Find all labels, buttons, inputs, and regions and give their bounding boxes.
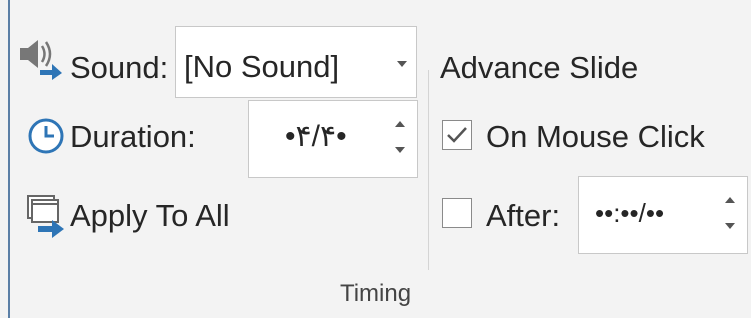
chevron-down-icon [397, 61, 407, 67]
spinner-down-icon[interactable] [725, 223, 735, 229]
apply-all-label[interactable]: Apply To All [70, 198, 230, 234]
advance-slide-title: Advance Slide [440, 50, 639, 85]
on-mouse-click-checkbox[interactable] [442, 120, 472, 150]
spinner-up-icon[interactable] [395, 121, 405, 127]
clock-icon [26, 116, 66, 156]
spinner-up-icon[interactable] [725, 197, 735, 203]
sound-speaker-icon [16, 36, 64, 80]
duration-value: •۴/۴• [285, 120, 347, 153]
after-label[interactable]: After: [486, 198, 560, 234]
duration-spinner[interactable]: •۴/۴• [248, 100, 418, 178]
spinner-down-icon[interactable] [395, 147, 405, 153]
apply-all-icon[interactable] [26, 192, 66, 238]
after-spinner[interactable]: ••:••/•• [578, 176, 748, 254]
sound-label: Sound: [70, 50, 169, 85]
sound-value: [No Sound] [184, 49, 340, 84]
group-label: Timing [339, 280, 412, 307]
duration-label: Duration: [70, 119, 196, 154]
after-checkbox[interactable] [442, 198, 472, 228]
checkmark-icon [447, 127, 467, 143]
on-mouse-click-label[interactable]: On Mouse Click [486, 119, 705, 155]
after-value: ••:••/•• [595, 198, 665, 228]
sound-dropdown[interactable]: [No Sound] [175, 26, 417, 98]
section-divider [428, 70, 429, 270]
